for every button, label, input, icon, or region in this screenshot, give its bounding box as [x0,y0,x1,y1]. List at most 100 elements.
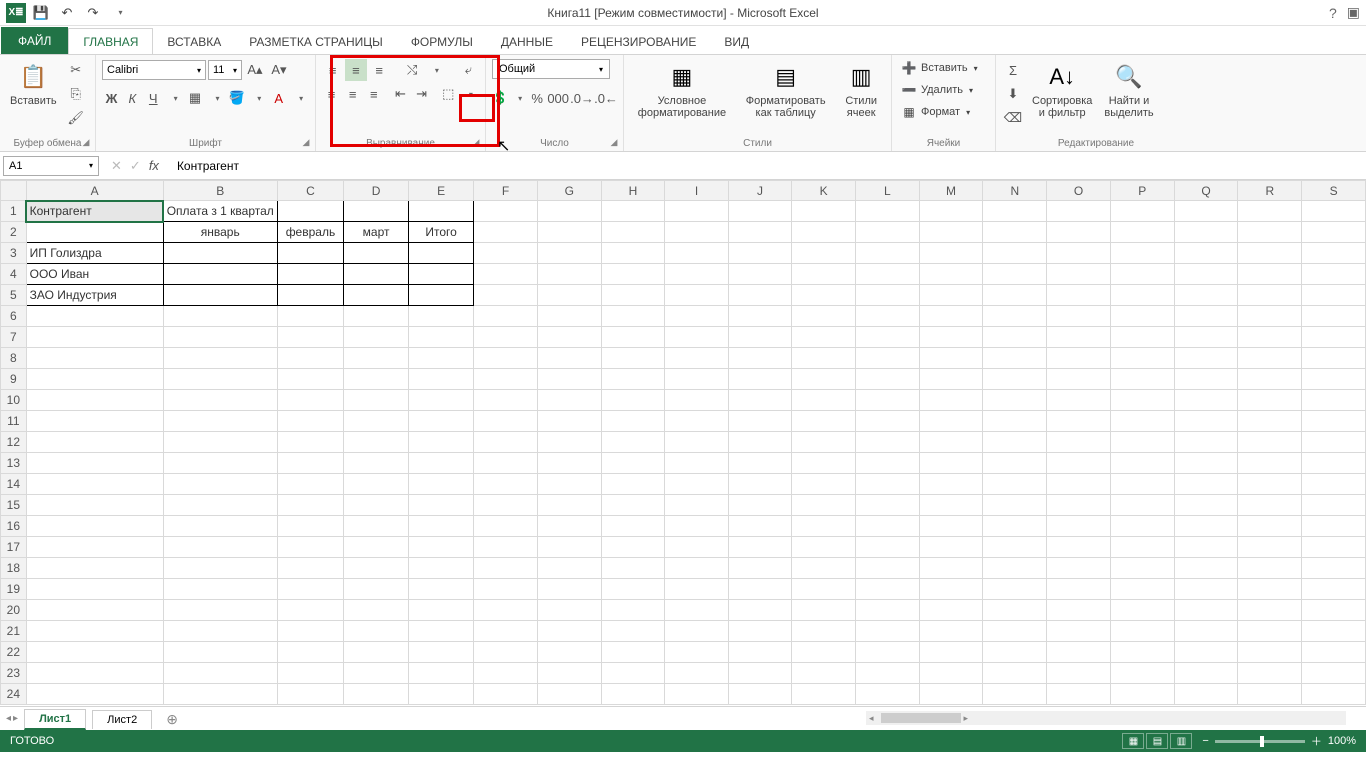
cell-A8[interactable] [26,348,163,369]
cell-H10[interactable] [601,390,665,411]
column-header-H[interactable]: H [601,181,665,201]
cell-K7[interactable] [792,327,856,348]
insert-cells-button[interactable]: ➕Вставить▾ [898,59,989,77]
cell-Q13[interactable] [1174,453,1238,474]
cell-B22[interactable] [163,642,277,663]
zoom-level[interactable]: 100% [1328,735,1356,747]
column-header-P[interactable]: P [1110,181,1174,201]
column-header-F[interactable]: F [474,181,538,201]
cell-F9[interactable] [474,369,538,390]
cell-D15[interactable] [344,495,409,516]
cell-D2[interactable]: март [344,222,409,243]
cell-A13[interactable] [26,453,163,474]
cell-H22[interactable] [601,642,665,663]
cell-D7[interactable] [344,327,409,348]
cell-Q23[interactable] [1174,663,1238,684]
cell-A22[interactable] [26,642,163,663]
cell-Q22[interactable] [1174,642,1238,663]
cell-M7[interactable] [919,327,983,348]
cell-Q15[interactable] [1174,495,1238,516]
cell-G8[interactable] [537,348,601,369]
cell-M24[interactable] [919,684,983,705]
cell-D4[interactable] [344,264,409,285]
cell-B19[interactable] [163,579,277,600]
tab-view[interactable]: ВИД [710,29,763,54]
row-header-24[interactable]: 24 [1,684,27,705]
cell-D21[interactable] [344,621,409,642]
cell-O1[interactable] [1047,201,1111,222]
grow-font-icon[interactable]: A▴ [244,59,266,81]
cell-P13[interactable] [1110,453,1174,474]
cell-A9[interactable] [26,369,163,390]
cell-F21[interactable] [474,621,538,642]
cell-P5[interactable] [1110,285,1174,306]
cell-P21[interactable] [1110,621,1174,642]
row-header-10[interactable]: 10 [1,390,27,411]
cell-H14[interactable] [601,474,665,495]
cell-A16[interactable] [26,516,163,537]
align-right-icon[interactable]: ≡ [364,83,383,105]
cell-O8[interactable] [1047,348,1111,369]
cell-H20[interactable] [601,600,665,621]
cell-F11[interactable] [474,411,538,432]
clipboard-launcher-icon[interactable]: ◢ [80,136,92,148]
cell-E8[interactable] [409,348,474,369]
cell-S20[interactable] [1302,600,1366,621]
cell-M8[interactable] [919,348,983,369]
orientation-menu-icon[interactable] [425,59,446,81]
cell-K12[interactable] [792,432,856,453]
cell-D3[interactable] [344,243,409,264]
cell-S5[interactable] [1302,285,1366,306]
cell-E16[interactable] [409,516,474,537]
cell-R19[interactable] [1238,579,1302,600]
name-box[interactable]: A1▾ [3,156,99,176]
row-header-20[interactable]: 20 [1,600,27,621]
cell-N10[interactable] [983,390,1047,411]
cell-R4[interactable] [1238,264,1302,285]
number-format-combo[interactable]: Общий▾ [492,59,610,79]
zoom-control[interactable]: − ＋ 100% [1202,733,1356,749]
cell-A15[interactable] [26,495,163,516]
cell-B7[interactable] [163,327,277,348]
cell-F24[interactable] [474,684,538,705]
row-header-7[interactable]: 7 [1,327,27,348]
page-layout-view-icon[interactable]: ▤ [1146,733,1168,749]
column-header-M[interactable]: M [919,181,983,201]
cell-P8[interactable] [1110,348,1174,369]
cell-A1[interactable]: Контрагент [26,201,163,222]
cell-P19[interactable] [1110,579,1174,600]
cell-G11[interactable] [537,411,601,432]
cell-O19[interactable] [1047,579,1111,600]
cell-J16[interactable] [728,516,792,537]
cell-H24[interactable] [601,684,665,705]
cell-B15[interactable] [163,495,277,516]
cell-C8[interactable] [277,348,343,369]
cell-J11[interactable] [728,411,792,432]
cell-I21[interactable] [665,621,728,642]
cell-K14[interactable] [792,474,856,495]
cell-D9[interactable] [344,369,409,390]
cell-Q16[interactable] [1174,516,1238,537]
cell-K4[interactable] [792,264,856,285]
font-size-combo[interactable]: 11▾ [208,60,242,80]
cell-S7[interactable] [1302,327,1366,348]
cell-O24[interactable] [1047,684,1111,705]
cell-R16[interactable] [1238,516,1302,537]
cell-E24[interactable] [409,684,474,705]
cell-S4[interactable] [1302,264,1366,285]
cell-O22[interactable] [1047,642,1111,663]
column-header-R[interactable]: R [1238,181,1302,201]
cell-N7[interactable] [983,327,1047,348]
worksheet-grid[interactable]: ABCDEFGHIJKLMNOPQRS1КонтрагентОплата з 1… [0,180,1366,705]
undo-icon[interactable]: ↶ [56,2,78,24]
cell-S24[interactable] [1302,684,1366,705]
cell-Q11[interactable] [1174,411,1238,432]
row-header-9[interactable]: 9 [1,369,27,390]
cell-J9[interactable] [728,369,792,390]
cell-F3[interactable] [474,243,538,264]
cell-I17[interactable] [665,537,728,558]
cell-F7[interactable] [474,327,538,348]
orientation-icon[interactable]: ⤭ [401,59,422,81]
column-header-B[interactable]: B [163,181,277,201]
cell-H7[interactable] [601,327,665,348]
